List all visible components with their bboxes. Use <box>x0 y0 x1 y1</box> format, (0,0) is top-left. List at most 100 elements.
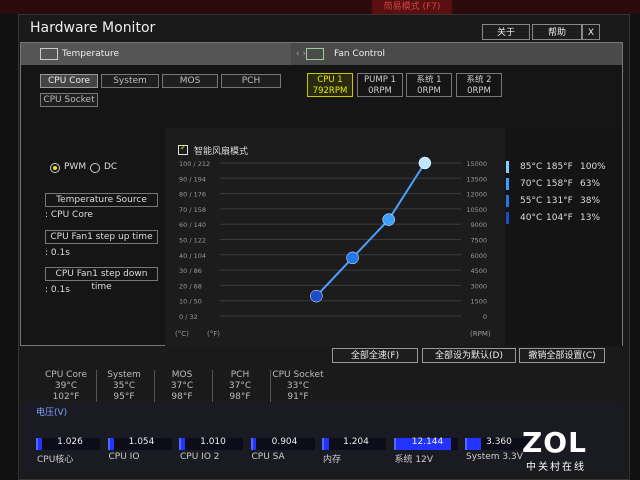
voltage-label: CPU IO 2 <box>180 452 220 462</box>
pwm-radio[interactable] <box>50 163 60 173</box>
full-speed-button[interactable]: 全部全速(F) <box>332 348 418 363</box>
legend-f: 158°F <box>546 179 573 189</box>
voltage-value: 1.010 <box>200 437 226 447</box>
curve-point[interactable] <box>346 251 359 265</box>
legend-f: 104°F <box>546 213 573 223</box>
y-left-tick: 90 / 194 <box>179 175 206 183</box>
sensor-cpu-socket[interactable]: CPU Socket <box>40 93 98 107</box>
voltage-value: 1.204 <box>343 437 369 447</box>
legend-c: 55°C <box>520 196 543 206</box>
temp-c: 35°C <box>112 381 136 391</box>
fan-curve-chart[interactable]: 100 / 212 90 / 194 80 / 176 70 / 158 60 / 14… <box>165 155 505 340</box>
zol-subtitle: 中关村在线 <box>526 462 586 473</box>
y-left-tick: 30 / 86 <box>179 267 202 275</box>
temp-readout: CPU Core 39°C 102°F <box>38 370 94 403</box>
temperature-source-button[interactable]: Temperature Source <box>45 193 158 207</box>
voltage-bar-fill <box>467 438 481 450</box>
y-left-tick: 20 / 68 <box>179 282 202 290</box>
curve-point[interactable] <box>382 213 395 226</box>
fan-pump1[interactable]: PUMP 1 0RPM <box>357 73 403 97</box>
temp-c: 37°C <box>228 381 252 391</box>
y-left-tick: 70 / 158 <box>179 206 206 214</box>
legend-color-bar <box>506 161 509 173</box>
sensor-pch[interactable]: PCH <box>221 74 281 88</box>
y-right-tick: 3000 <box>470 282 487 290</box>
voltage-bar-fill <box>38 438 43 450</box>
fan-curve-icon <box>306 48 324 60</box>
thermometer-f-label: (°F) <box>207 330 220 338</box>
fan-system1[interactable]: 系统 1 0RPM <box>406 73 452 97</box>
temp-name: MOS <box>171 370 193 380</box>
sensor-cpu-core[interactable]: CPU Core <box>40 74 98 88</box>
voltage-label: CPU IO <box>108 452 140 462</box>
legend-c: 85°C <box>520 162 543 172</box>
fan-arrows-icon[interactable]: ‹ › <box>296 49 306 59</box>
fan-system2[interactable]: 系统 2 0RPM <box>456 73 502 97</box>
voltage-label: CPU核心 <box>37 455 74 465</box>
legend-c: 40°C <box>520 213 543 223</box>
y-right-tick: 7500 <box>470 237 487 245</box>
temp-name: System <box>107 370 141 380</box>
about-button[interactable]: 关于 <box>482 24 530 40</box>
y-right-tick: 4500 <box>470 267 487 275</box>
tab-fan-control[interactable]: Fan Control <box>334 49 385 59</box>
temp-name: CPU Core <box>45 370 87 380</box>
legend-f: 131°F <box>546 196 573 206</box>
temperature-source-value: : CPU Core <box>45 210 93 220</box>
y-right-tick: 13500 <box>466 175 487 183</box>
rpm-label: (RPM) <box>470 330 491 338</box>
window-title: Hardware Monitor <box>30 20 156 36</box>
help-button[interactable]: 帮助 <box>532 24 582 40</box>
y-left-tick: 50 / 122 <box>179 237 206 245</box>
dc-label: DC <box>104 162 118 172</box>
legend-pct: 38% <box>580 196 601 206</box>
step-down-value: : 0.1s <box>45 285 70 295</box>
y-right-tick: 9000 <box>470 221 487 229</box>
voltage-value: 3.360 <box>486 437 512 447</box>
temp-c: 33°C <box>286 381 310 391</box>
undo-all-button[interactable]: 撤销全部设置(C) <box>519 348 605 363</box>
legend-pct: 100% <box>580 162 606 172</box>
voltage-value: 1.054 <box>128 437 155 447</box>
curve-point[interactable] <box>418 156 432 170</box>
legend-pct: 63% <box>580 179 601 189</box>
legend-color-bar <box>506 212 509 224</box>
y-left-tick: 0 / 32 <box>179 313 198 321</box>
temp-readout: MOS 37°C 98°F <box>154 370 210 403</box>
dc-radio[interactable] <box>90 163 100 173</box>
fan-cpu1[interactable]: CPU 1 792RPM <box>307 73 353 97</box>
temp-name: CPU Socket <box>272 370 324 380</box>
voltage-label: CPU SA <box>251 452 285 462</box>
legend-color-bar <box>506 195 509 207</box>
voltage-bar-fill <box>109 438 114 450</box>
easy-mode-tab[interactable]: 简易模式 (F7) <box>372 0 452 14</box>
y-left-tick: 100 / 212 <box>179 160 210 168</box>
y-left-tick: 60 / 140 <box>179 221 206 229</box>
tab-temperature[interactable]: Temperature <box>62 49 119 59</box>
legend-color-bar <box>506 178 509 190</box>
step-down-button[interactable]: CPU Fan1 step down time <box>45 267 158 292</box>
voltage-label: 系统 12V <box>394 455 433 465</box>
step-up-button[interactable]: CPU Fan1 step up time <box>45 230 158 244</box>
voltage-label: 内存 <box>323 455 342 465</box>
sensor-mos[interactable]: MOS <box>162 74 218 88</box>
legend-panel <box>505 128 622 346</box>
temp-readout: System 35°C 95°F <box>96 370 152 403</box>
voltage-label: System 3.3V <box>466 452 523 462</box>
temp-readout: CPU Socket 33°C 91°F <box>270 370 326 403</box>
legend-pct: 13% <box>580 213 601 223</box>
zol-logo: ZOL <box>522 426 587 459</box>
check-icon: ✓ <box>180 143 187 152</box>
voltage-title: 电压(V) <box>36 408 68 418</box>
temp-name: PCH <box>230 370 250 380</box>
temperature-icon <box>40 48 58 60</box>
voltage-value: 12.144 <box>411 437 444 447</box>
voltage-bar-fill <box>252 438 257 450</box>
set-default-button[interactable]: 全部设为默认(D) <box>422 348 516 363</box>
step-up-value: : 0.1s <box>45 248 70 258</box>
sensor-system[interactable]: System <box>101 74 159 88</box>
temp-c: 37°C <box>170 381 194 391</box>
close-button[interactable]: X <box>582 24 600 40</box>
legend-c: 70°C <box>520 179 543 189</box>
curve-point[interactable] <box>310 289 323 303</box>
